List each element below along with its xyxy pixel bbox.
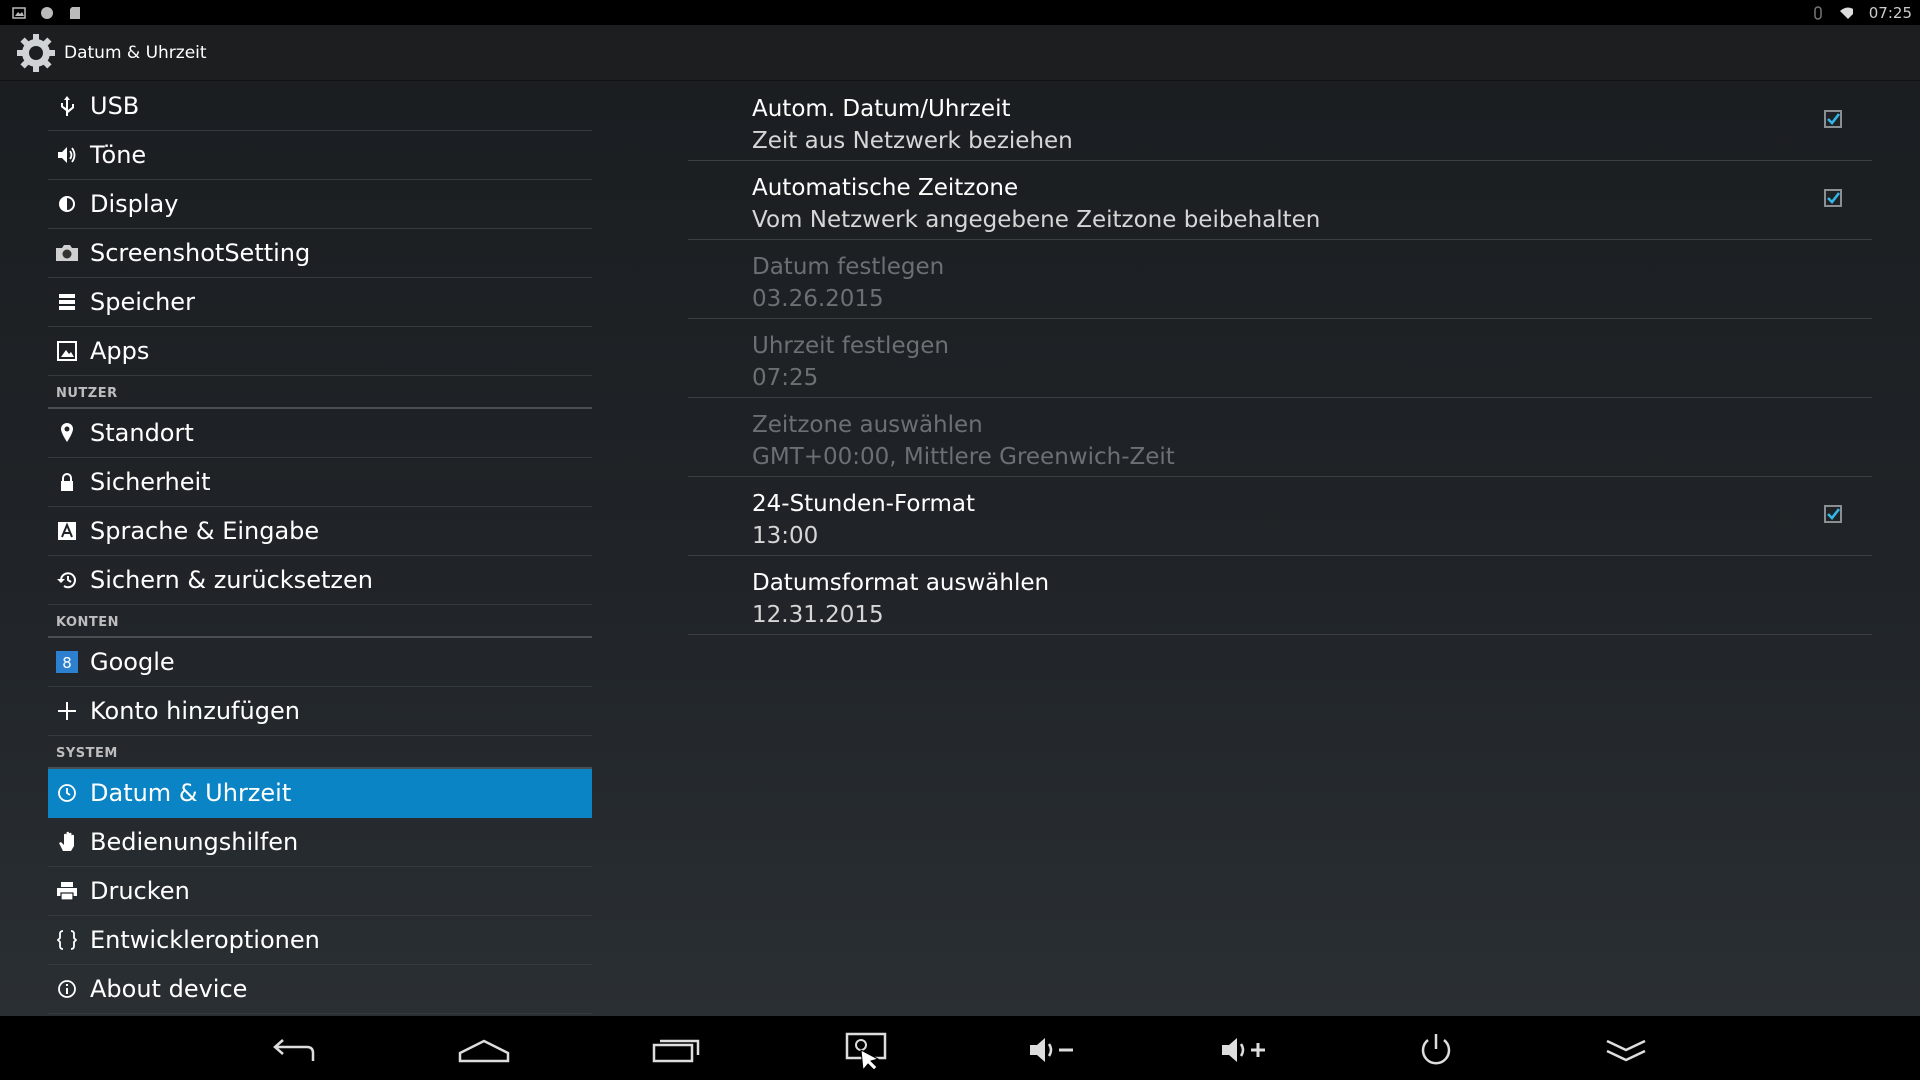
info-icon (54, 976, 80, 1002)
back-icon[interactable] (266, 1030, 322, 1070)
section-header-system: SYSTEM (48, 736, 592, 769)
sidebar-item-usb[interactable]: USB (48, 82, 592, 131)
notification-icons (12, 6, 82, 20)
status-time: 07:25 (1868, 3, 1912, 22)
settings-sidebar: USB Töne Display ScreenshotSetting Speic… (48, 82, 592, 1016)
lock-icon (54, 469, 80, 495)
apps-icon (54, 338, 80, 364)
pref-auto-date-time[interactable]: Autom. Datum/Uhrzeit Zeit aus Netzwerk b… (688, 82, 1872, 161)
section-header-konten: KONTEN (48, 605, 592, 638)
section-header-nutzer: NUTZER (48, 376, 592, 409)
sidebar-item-drucken[interactable]: Drucken (48, 867, 592, 916)
pref-date-format[interactable]: Datumsformat auswählen 12.31.2015 (688, 556, 1872, 635)
pref-24-hour-format[interactable]: 24-Stunden-Format 13:00 (688, 477, 1872, 556)
sidebar-item-sicherheit[interactable]: Sicherheit (48, 458, 592, 507)
pref-set-time: Uhrzeit festlegen 07:25 (688, 319, 1872, 398)
sidebar-item-standort[interactable]: Standort (48, 409, 592, 458)
status-bar: 07:25 (0, 0, 1920, 25)
pref-set-date: Datum festlegen 03.26.2015 (688, 240, 1872, 319)
recents-icon[interactable] (648, 1030, 704, 1070)
sidebar-item-toene[interactable]: Töne (48, 131, 592, 180)
sidebar-item-display[interactable]: Display (48, 180, 592, 229)
action-bar: Datum & Uhrzeit (0, 25, 1920, 81)
settings-gear-icon[interactable] (14, 31, 58, 75)
location-icon (54, 420, 80, 446)
sidebar-item-sichern-zuruecksetzen[interactable]: Sichern & zurücksetzen (48, 556, 592, 605)
pref-select-timezone: Zeitzone auswählen GMT+00:00, Mittlere G… (688, 398, 1872, 477)
auto-timezone-checkbox[interactable] (1824, 189, 1842, 207)
language-icon (54, 518, 80, 544)
speaker-icon (54, 142, 80, 168)
usb-icon (54, 93, 80, 119)
restore-icon (54, 567, 80, 593)
sidebar-item-apps[interactable]: Apps (48, 327, 592, 376)
brightness-icon (54, 191, 80, 217)
volume-down-icon[interactable] (1026, 1030, 1082, 1070)
sidebar-item-konto-hinzufuegen[interactable]: Konto hinzufügen (48, 687, 592, 736)
settings-app: Datum & Uhrzeit USB Töne Display Screens… (0, 25, 1920, 1016)
braces-icon (54, 927, 80, 953)
power-icon[interactable] (1408, 1030, 1464, 1070)
circle-notification-icon (40, 6, 54, 20)
24-hour-format-checkbox[interactable] (1824, 505, 1842, 523)
auto-date-time-checkbox[interactable] (1824, 110, 1842, 128)
clock-icon (54, 780, 80, 806)
bluetooth-icon (1811, 5, 1825, 20)
sd-card-notification-icon (68, 6, 82, 20)
pref-auto-timezone[interactable]: Automatische Zeitzone Vom Netzwerk angeg… (688, 161, 1872, 240)
sidebar-item-datum-uhrzeit[interactable]: Datum & Uhrzeit (48, 769, 592, 818)
wifi-icon (1839, 6, 1853, 20)
camera-icon (54, 240, 80, 266)
plus-icon (54, 698, 80, 724)
sidebar-item-sprache-eingabe[interactable]: Sprache & Eingabe (48, 507, 592, 556)
sidebar-item-about-device[interactable]: About device (48, 965, 592, 1014)
home-icon[interactable] (456, 1030, 512, 1070)
printer-icon (54, 878, 80, 904)
page-title: Datum & Uhrzeit (64, 42, 207, 63)
hand-icon (54, 829, 80, 855)
sidebar-item-bedienungshilfen[interactable]: Bedienungshilfen (48, 818, 592, 867)
sidebar-item-google[interactable]: 8 Google (48, 638, 592, 687)
volume-up-icon[interactable] (1218, 1030, 1274, 1070)
collapse-icon[interactable] (1598, 1030, 1654, 1070)
google-icon: 8 (54, 649, 80, 675)
storage-icon (54, 289, 80, 315)
sidebar-item-screenshotsetting[interactable]: ScreenshotSetting (48, 229, 592, 278)
image-notification-icon (12, 6, 26, 20)
svg-text:8: 8 (62, 654, 72, 672)
system-icons: 07:25 (1811, 4, 1912, 22)
date-time-settings-list: Autom. Datum/Uhrzeit Zeit aus Netzwerk b… (688, 82, 1872, 635)
screenshot-icon[interactable] (838, 1030, 894, 1070)
sidebar-item-speicher[interactable]: Speicher (48, 278, 592, 327)
navigation-bar (0, 1016, 1920, 1080)
sidebar-item-entwickleroptionen[interactable]: Entwickleroptionen (48, 916, 592, 965)
